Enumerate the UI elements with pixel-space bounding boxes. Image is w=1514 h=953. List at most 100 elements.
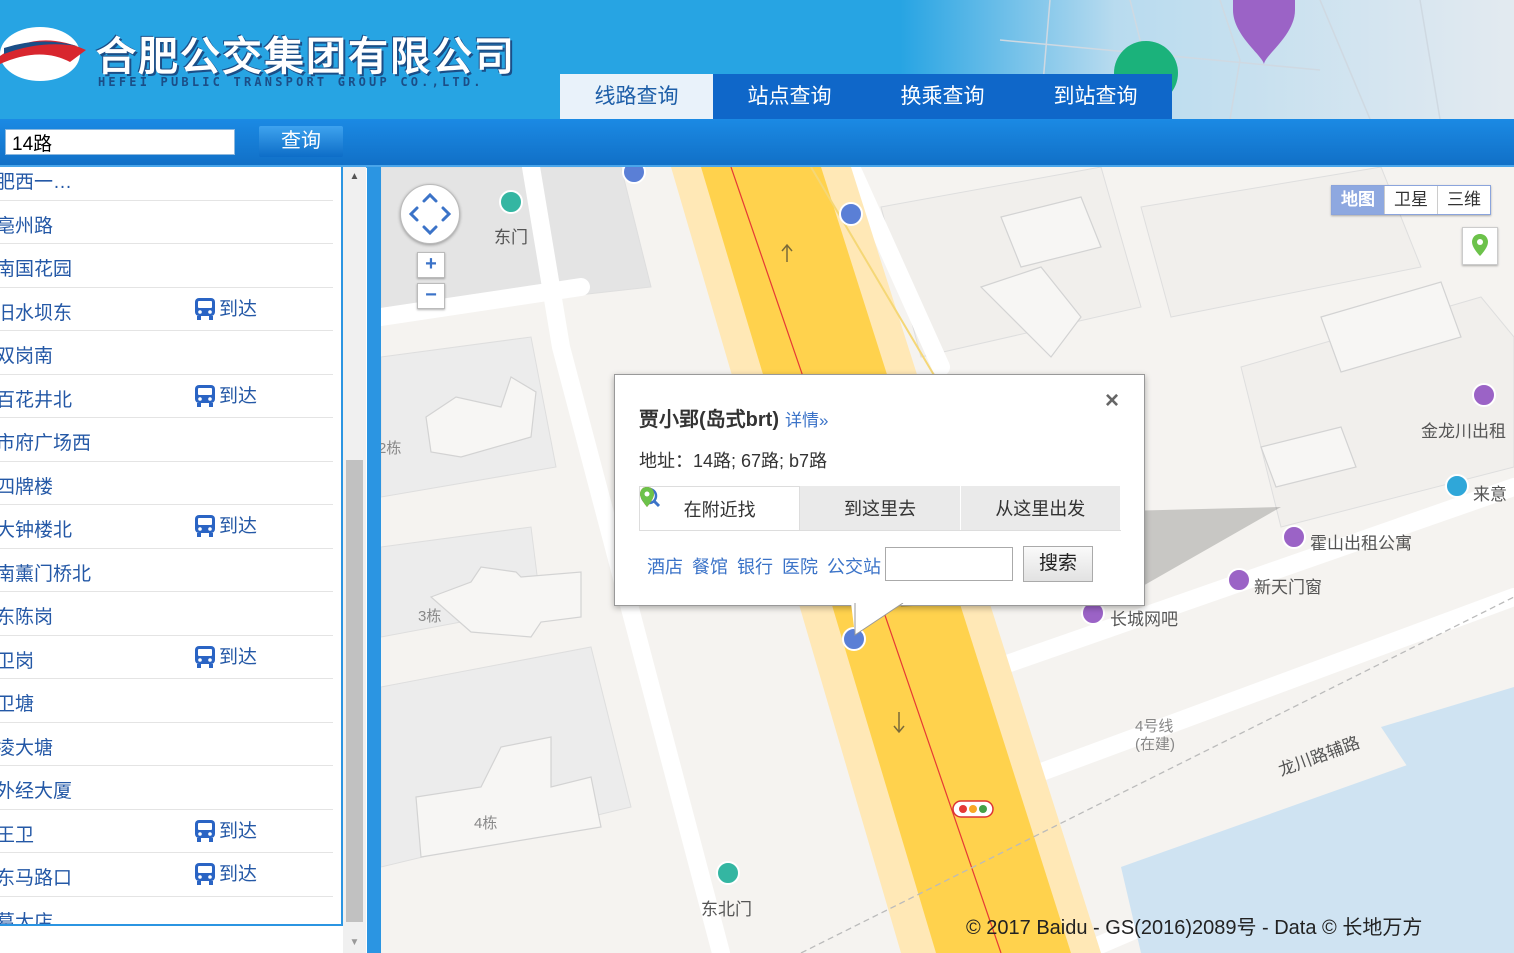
go-here-tab[interactable]: 到这里去 (640, 486, 961, 530)
map-label-bldg4: 4栋 (474, 815, 498, 832)
map-type-3d[interactable]: 三维 (1437, 186, 1490, 214)
list-item[interactable]: 外经大厦 (0, 766, 333, 810)
stop-list: 肥西一… 亳州路 南国花园 旧水坝东 到达 双岗南 百花井北 到达 市府广场西 四牌楼 大钟楼北 到达… (0, 167, 333, 925)
map-label-changcheng: 长城网吧 (1110, 610, 1178, 629)
list-item[interactable]: 卫塘 (0, 679, 333, 723)
stop-name[interactable]: 葛大店 (0, 907, 53, 925)
shop-marker-icon (1227, 568, 1251, 592)
stop-name[interactable]: 卫塘 (0, 689, 34, 716)
start-from-here-tab[interactable]: 从这里出发 (640, 486, 1121, 530)
popup-title: 贾小郢(岛式brt) 详情» (639, 403, 828, 432)
tab-transfer-query[interactable]: 换乘查询 (866, 74, 1019, 119)
stop-list-scrollbar[interactable]: ▲ ▼ (343, 167, 366, 953)
scroll-up-arrow-icon[interactable]: ▲ (343, 167, 366, 187)
nearby-search-button[interactable]: 搜索 (1023, 546, 1093, 582)
tab-arrival-query[interactable]: 到站查询 (1019, 74, 1172, 119)
list-item[interactable]: 双岗南 (0, 331, 333, 375)
popup-detail-link[interactable]: 详情» (785, 411, 828, 430)
stop-name[interactable]: 大钟楼北 (0, 515, 72, 542)
hotel-marker-icon (1282, 525, 1306, 549)
stop-name[interactable]: 外经大厦 (0, 776, 72, 803)
list-item[interactable]: 南薰门桥北 (0, 549, 333, 592)
category-restaurant-link[interactable]: 餐馆 (692, 553, 728, 579)
stop-name[interactable]: 百花井北 (0, 385, 72, 412)
tab-route-query[interactable]: 线路查询 (560, 74, 713, 119)
stop-name[interactable]: 卫岗 (0, 646, 34, 673)
map-copyright: © 2017 Baidu - GS(2016)2089号 - Data © 长地… (966, 917, 1423, 939)
stop-name[interactable]: 王卫 (0, 820, 34, 847)
list-item[interactable]: 东陈岗 (0, 592, 333, 636)
zoom-in-button[interactable]: + (417, 252, 445, 278)
category-bank-link[interactable]: 银行 (737, 553, 773, 579)
stop-name[interactable]: 肥西一… (0, 167, 72, 194)
list-item[interactable]: 王卫 到达 (0, 810, 333, 853)
poi-marker-icon (1445, 474, 1469, 498)
arrival-indicator[interactable]: 到达 (194, 294, 257, 321)
stop-name[interactable]: 双岗南 (0, 341, 53, 368)
list-item[interactable]: 市府广场西 (0, 418, 333, 462)
arrival-indicator[interactable]: 到达 (194, 859, 257, 886)
list-item[interactable]: 大钟楼北 到达 (0, 505, 333, 549)
query-button[interactable]: 查询 (259, 126, 343, 157)
category-bus-stop-link[interactable]: 公交站 (827, 553, 881, 579)
stop-name[interactable]: 市府广场西 (0, 428, 91, 455)
scrollbar-thumb[interactable] (346, 460, 363, 922)
bus-icon (195, 515, 215, 537)
map-type-map[interactable]: 地图 (1332, 186, 1384, 214)
list-item[interactable]: 四牌楼 (0, 462, 333, 505)
popup-address: 地址：14路; 67路; b7路 (639, 451, 828, 471)
category-hospital-link[interactable]: 医院 (782, 553, 818, 579)
map-pan-control[interactable] (400, 184, 460, 244)
map-view[interactable]: 东门 东北门 2栋 3栋 4栋 金龙川出租 来意 霍山出租公寓 新天门窗 长城网… (381, 167, 1514, 953)
route-search-bar: 查询 (0, 119, 1514, 168)
category-hotel-link[interactable]: 酒店 (647, 553, 683, 579)
arrive-label: 到达 (219, 516, 258, 537)
zoom-out-button[interactable]: − (417, 283, 445, 309)
search-nearby-tab[interactable]: 在附近找 (639, 486, 801, 530)
hotel-marker-icon (1472, 383, 1496, 407)
nearby-search-input[interactable] (885, 547, 1013, 581)
stop-list-panel: 肥西一… 亳州路 南国花园 旧水坝东 到达 双岗南 百花井北 到达 市府广场西 四牌楼 大钟楼北 到达… (0, 167, 343, 926)
panel-divider[interactable] (367, 167, 381, 953)
arrive-label: 到达 (219, 820, 258, 842)
map-label-east-gate: 东门 (494, 228, 528, 247)
list-item[interactable]: 东马路口 到达 (0, 853, 333, 897)
map-label-northeast-gate: 东北门 (701, 900, 752, 919)
list-item[interactable]: 百花井北 到达 (0, 375, 333, 418)
stop-name[interactable]: 南国花园 (0, 254, 72, 281)
stop-name[interactable]: 四牌楼 (0, 472, 53, 499)
company-name: 合肥公交集团有限公司 (96, 34, 516, 80)
stop-name[interactable]: 南薰门桥北 (0, 559, 91, 586)
list-item[interactable]: 亳州路 (0, 201, 333, 244)
list-item[interactable]: 肥西一… (0, 167, 333, 201)
route-search-input[interactable] (5, 129, 235, 155)
stop-name[interactable]: 旧水坝东 (0, 298, 72, 325)
go-here-label: 到这里去 (843, 499, 916, 519)
stop-info-popup: 贾小郢(岛式brt) 详情» × 地址：14路; 67路; b7路 在附近找 到这… (614, 374, 1145, 606)
stop-name[interactable]: 亳州路 (0, 211, 53, 238)
arrive-label: 到达 (219, 298, 258, 320)
list-item[interactable]: 凌大塘 (0, 723, 333, 766)
bus-icon (195, 297, 215, 320)
map-label-laiyi: 来意 (1473, 485, 1507, 504)
arrival-indicator[interactable]: 到达 (194, 642, 257, 669)
pan-arrows-icon (408, 192, 452, 236)
panorama-button[interactable] (1462, 227, 1498, 265)
scroll-down-arrow-icon[interactable]: ▼ (343, 933, 366, 953)
stop-name[interactable]: 凌大塘 (0, 733, 53, 760)
company-name-en: HEFEI PUBLIC TRANSPORT GROUP CO.,LTD. (98, 75, 484, 89)
arrival-indicator[interactable]: 到达 (194, 816, 257, 843)
arrival-indicator[interactable]: 到达 (194, 381, 257, 408)
arrival-indicator[interactable]: 到达 (194, 511, 257, 538)
popup-close-icon[interactable]: × (1105, 387, 1119, 415)
tab-stop-query[interactable]: 站点查询 (713, 74, 866, 119)
stop-name[interactable]: 东陈岗 (0, 602, 53, 629)
arrive-label: 到达 (219, 385, 258, 407)
map-type-satellite[interactable]: 卫星 (1384, 186, 1437, 214)
list-item[interactable]: 旧水坝东 到达 (0, 288, 333, 331)
list-item[interactable]: 卫岗 到达 (0, 636, 333, 679)
list-item[interactable]: 葛大店 (0, 897, 333, 925)
map-label-huoshan: 霍山出租公寓 (1310, 534, 1412, 553)
list-item[interactable]: 南国花园 (0, 244, 333, 288)
stop-name[interactable]: 东马路口 (0, 863, 72, 890)
